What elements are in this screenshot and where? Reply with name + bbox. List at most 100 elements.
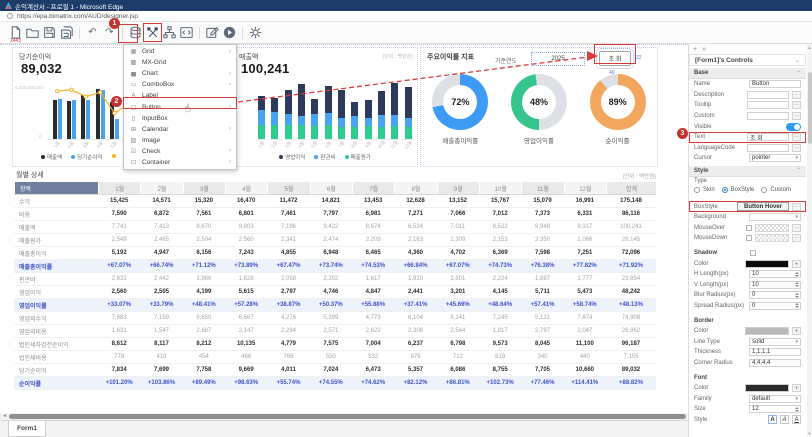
- menu-item-check[interactable]: ☑Check›: [124, 146, 236, 157]
- monthly-detail-grid[interactable]: 항목1월2월3월4월5월6월7월8월9월10월11월12월합계수익15,4251…: [14, 182, 656, 390]
- script-editor-icon[interactable]: [178, 24, 195, 41]
- text-input[interactable]: 조 회: [747, 133, 789, 141]
- table-cell: 10,135: [225, 341, 267, 347]
- radio-custom[interactable]: Custom: [761, 187, 791, 193]
- collapse-icon[interactable]: »: [702, 46, 706, 53]
- spread-radius-stepper[interactable]: 0: [749, 302, 801, 310]
- mousedown-more-button[interactable]: ···: [792, 234, 801, 242]
- column-header: 1월: [98, 182, 140, 194]
- border-color-caret[interactable]: ▾: [792, 327, 801, 335]
- h-length-stepper[interactable]: 10: [749, 270, 801, 278]
- font-family-select[interactable]: default▾: [749, 395, 801, 403]
- menu-item-button[interactable]: ▢Button›: [124, 101, 236, 112]
- panel-scrollbar[interactable]: ▲ ▼: [807, 44, 812, 437]
- pin-icon[interactable]: +: [693, 46, 697, 53]
- tooltip-input[interactable]: [747, 101, 789, 109]
- menu-item-mx-grid[interactable]: ▩MX-Grid: [124, 57, 236, 68]
- profit-ratio-panel[interactable]: 주요이익률 지표 기준연도 2025 조 회 40 22 72% 매출총이익률 …: [420, 47, 658, 167]
- horizontal-scrollbar[interactable]: ◄: [0, 413, 688, 420]
- mouseover-color[interactable]: [755, 224, 789, 232]
- v-length-stepper[interactable]: 10: [749, 281, 801, 289]
- scroll-left-icon[interactable]: ◄: [2, 414, 7, 419]
- scrollbar-thumb[interactable]: [808, 72, 812, 144]
- bold-button[interactable]: A: [768, 415, 777, 424]
- italic-button[interactable]: A: [780, 415, 789, 424]
- border-color-swatch[interactable]: [745, 327, 789, 335]
- base-year-combobox[interactable]: 2025: [531, 52, 585, 66]
- table-cell: 6,369: [479, 250, 521, 256]
- menu-item-combobox[interactable]: ▭ComboBox›: [124, 79, 236, 90]
- blur-radius-stepper[interactable]: 0: [749, 291, 801, 299]
- table-cell: 11,472: [267, 198, 309, 204]
- thickness-input[interactable]: 1,1,1,1: [749, 348, 801, 356]
- name-input[interactable]: Button: [749, 80, 801, 88]
- tooltip-more-button[interactable]: ···: [792, 101, 801, 109]
- url-text[interactable]: https://epa.bimatrix.com/AUD/designer.js…: [17, 13, 138, 20]
- background-select[interactable]: ▾: [749, 213, 801, 221]
- scroll-down-icon[interactable]: ▼: [807, 431, 812, 436]
- open-folder-icon[interactable]: [24, 24, 41, 41]
- radio-skin[interactable]: Skin: [694, 187, 715, 193]
- custom-input[interactable]: [747, 112, 789, 120]
- data-source-icon[interactable]: [127, 24, 144, 41]
- description-input[interactable]: [747, 91, 789, 99]
- menu-item-chart[interactable]: ▅Chart›: [124, 68, 236, 79]
- component-tools-icon[interactable]: [144, 24, 161, 41]
- menu-item-image[interactable]: ▨Image: [124, 135, 236, 146]
- languagecode-more-button[interactable]: ···: [792, 144, 801, 152]
- description-more-button[interactable]: ···: [792, 91, 801, 99]
- undo-icon[interactable]: ↶: [84, 24, 101, 41]
- table-cell: 340: [521, 354, 563, 360]
- save-icon[interactable]: [41, 24, 58, 41]
- address-bar[interactable]: https://epa.bimatrix.com/AUD/designer.js…: [0, 11, 812, 22]
- tab-form1[interactable]: Form1: [8, 421, 46, 437]
- custom-more-button[interactable]: ···: [792, 112, 801, 120]
- menu-item-inputbox[interactable]: ▯InputBox: [124, 113, 236, 124]
- search-button[interactable]: 조 회: [599, 51, 631, 66]
- text-more-button[interactable]: ···: [792, 133, 801, 141]
- line-type-select[interactable]: solid▾: [749, 338, 801, 346]
- edit-icon[interactable]: [204, 24, 221, 41]
- section-base[interactable]: Base⌃: [689, 68, 806, 79]
- hscrollbar-thumb[interactable]: [9, 414, 686, 419]
- cursor-select[interactable]: pointer▾: [749, 154, 801, 162]
- row-label: 영업외비용: [14, 327, 98, 336]
- table-cell: 7,758: [183, 367, 225, 373]
- visible-toggle[interactable]: [786, 123, 801, 131]
- font-color-label: Color: [694, 385, 742, 391]
- section-style[interactable]: Style⌃: [689, 166, 806, 177]
- table-cell: +55.88%: [352, 302, 394, 308]
- menu-item-grid[interactable]: ▦Grid›: [124, 46, 236, 57]
- save-all-icon[interactable]: [58, 24, 75, 41]
- controls-header[interactable]: [Form1]'s Controls⌄: [689, 54, 806, 66]
- window-title: 손익계산서 - 프로필 1 - Microsoft Edge: [15, 1, 123, 11]
- run-icon[interactable]: [221, 24, 238, 41]
- mousedown-checkbox[interactable]: [746, 235, 752, 241]
- mouseover-more-button[interactable]: ···: [792, 224, 801, 232]
- font-size-stepper[interactable]: 12: [749, 405, 801, 413]
- hierarchy-icon[interactable]: [161, 24, 178, 41]
- boxstyle-more-button[interactable]: ···: [792, 203, 801, 211]
- table-cell: +33.79%: [140, 302, 182, 308]
- radio-boxstyle[interactable]: BoxStyle: [722, 187, 755, 193]
- corner-radius-input[interactable]: 4,4,4,4: [749, 359, 801, 367]
- settings-icon[interactable]: [247, 24, 264, 41]
- shadow-color-swatch[interactable]: [745, 260, 789, 268]
- boxstyle-button[interactable]: Button Hover: [737, 202, 789, 211]
- table-cell: 4,276: [267, 315, 309, 321]
- shadow-checkbox[interactable]: [750, 250, 756, 256]
- menu-item-label[interactable]: ALabel: [124, 90, 236, 101]
- design-canvas[interactable]: 당기순이익 89,032 6,000,000,000 0 1월2월3월4월5월6…: [0, 44, 688, 413]
- underline-button[interactable]: A: [792, 415, 801, 424]
- font-color-swatch[interactable]: [745, 384, 789, 392]
- table-cell: +66.74%: [140, 263, 182, 269]
- shadow-color-caret[interactable]: ▾: [792, 260, 801, 268]
- menu-item-container[interactable]: ⊡Container›: [124, 157, 236, 168]
- revenue-chart-panel[interactable]: 매출액 (단위 : 백만원) 100,241 1월2월3월4월5월6월7월8월9…: [232, 47, 418, 167]
- languagecode-input[interactable]: [747, 144, 789, 152]
- mousedown-color[interactable]: [755, 234, 789, 242]
- font-color-caret[interactable]: ▾: [792, 384, 801, 392]
- mouseover-checkbox[interactable]: [746, 225, 752, 231]
- scroll-up-icon[interactable]: ▲: [807, 45, 812, 50]
- menu-item-calendar[interactable]: ⊞Calendar›: [124, 124, 236, 135]
